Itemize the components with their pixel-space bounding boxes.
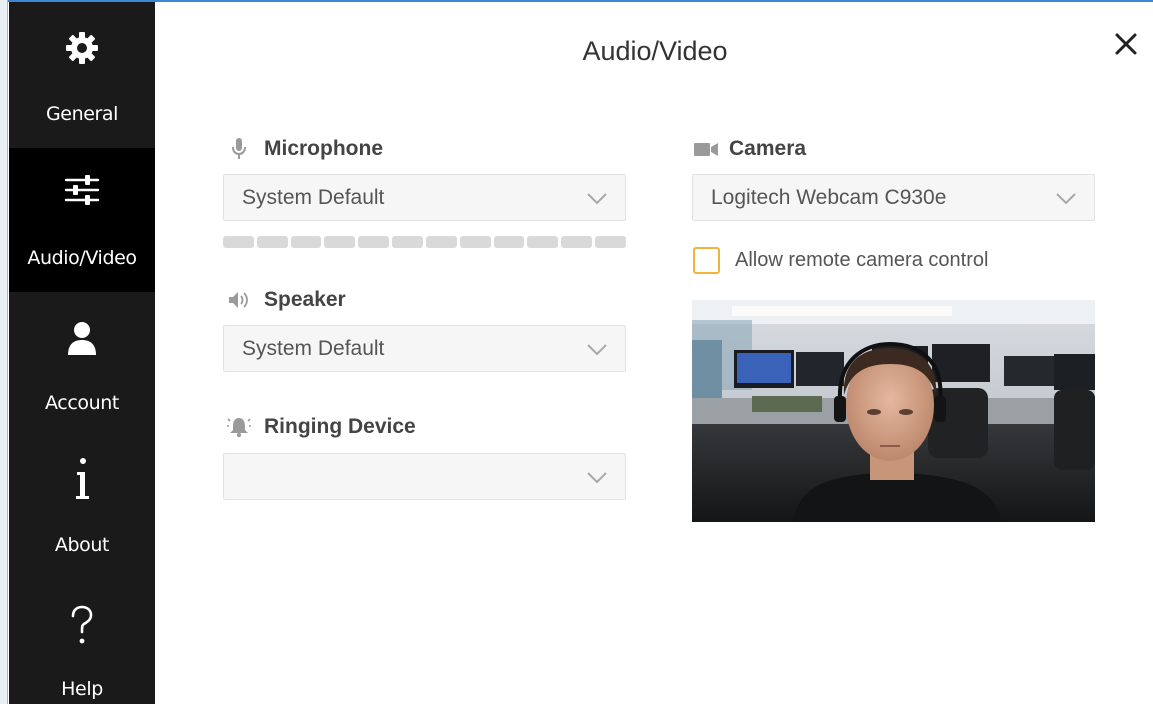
info-icon bbox=[9, 454, 155, 504]
speaker-label: Speaker bbox=[264, 288, 346, 311]
close-button[interactable] bbox=[1108, 26, 1144, 62]
ringing-device-select[interactable] bbox=[223, 453, 626, 500]
chevron-down-icon bbox=[587, 193, 607, 205]
meter-segment bbox=[527, 236, 559, 248]
meter-segment bbox=[392, 236, 423, 248]
sidebar-item-account[interactable]: Account bbox=[9, 292, 155, 432]
sidebar-item-label: Audio/Video bbox=[27, 247, 137, 269]
gear-icon bbox=[9, 26, 155, 70]
sidebar-item-about[interactable]: About bbox=[9, 432, 155, 577]
sidebar-item-audio-video[interactable]: Audio/Video bbox=[9, 148, 155, 292]
meter-segment bbox=[223, 236, 254, 248]
microphone-level-meter bbox=[223, 236, 626, 248]
sidebar-item-help[interactable]: Help bbox=[9, 577, 155, 704]
ringing-device-label: Ringing Device bbox=[264, 415, 416, 438]
sidebar-item-label: About bbox=[54, 534, 110, 556]
video-camera-icon bbox=[693, 140, 719, 158]
remote-camera-control-label[interactable]: Allow remote camera control bbox=[735, 249, 988, 272]
person-icon bbox=[9, 318, 155, 358]
page-title: Audio/Video bbox=[582, 36, 728, 66]
camera-select-value: Logitech Webcam C930e bbox=[711, 186, 947, 209]
meter-segment bbox=[290, 236, 322, 248]
microphone-icon bbox=[226, 137, 252, 161]
chevron-down-icon bbox=[587, 472, 607, 484]
speaker-icon bbox=[226, 290, 252, 310]
sidebar-item-label: General bbox=[45, 103, 119, 125]
ringing-device-heading: Ringing Device bbox=[226, 413, 416, 441]
window-left-border bbox=[0, 0, 8, 704]
speaker-heading: Speaker bbox=[226, 286, 346, 314]
microphone-label: Microphone bbox=[264, 137, 383, 160]
sliders-icon bbox=[9, 168, 155, 212]
speaker-select-value: System Default bbox=[242, 337, 385, 360]
meter-segment bbox=[425, 236, 457, 248]
camera-select[interactable]: Logitech Webcam C930e bbox=[692, 174, 1095, 221]
camera-label: Camera bbox=[729, 137, 807, 160]
meter-segment bbox=[358, 236, 390, 248]
bell-icon bbox=[226, 416, 252, 438]
settings-sidebar: General Audio/Video Account About Help bbox=[9, 2, 155, 704]
sidebar-item-label: Help bbox=[61, 678, 103, 700]
meter-segment bbox=[561, 236, 593, 248]
chevron-down-icon bbox=[587, 344, 607, 356]
meter-segment bbox=[493, 236, 525, 248]
chevron-down-icon bbox=[1056, 193, 1076, 205]
window-top-border bbox=[0, 0, 1153, 2]
sidebar-item-label: Account bbox=[45, 392, 119, 414]
microphone-heading: Microphone bbox=[226, 135, 383, 163]
remote-camera-control-checkbox[interactable] bbox=[693, 247, 720, 274]
sidebar-item-general[interactable]: General bbox=[9, 2, 155, 148]
camera-heading: Camera bbox=[693, 135, 806, 163]
meter-segment bbox=[459, 236, 491, 248]
close-icon bbox=[1115, 33, 1137, 55]
camera-preview-image bbox=[692, 300, 1095, 522]
meter-segment bbox=[256, 236, 288, 248]
help-icon bbox=[9, 603, 155, 649]
microphone-select-value: System Default bbox=[242, 186, 385, 209]
meter-segment bbox=[595, 236, 626, 248]
meter-segment bbox=[324, 236, 356, 248]
microphone-select[interactable]: System Default bbox=[223, 174, 626, 221]
speaker-select[interactable]: System Default bbox=[223, 325, 626, 372]
